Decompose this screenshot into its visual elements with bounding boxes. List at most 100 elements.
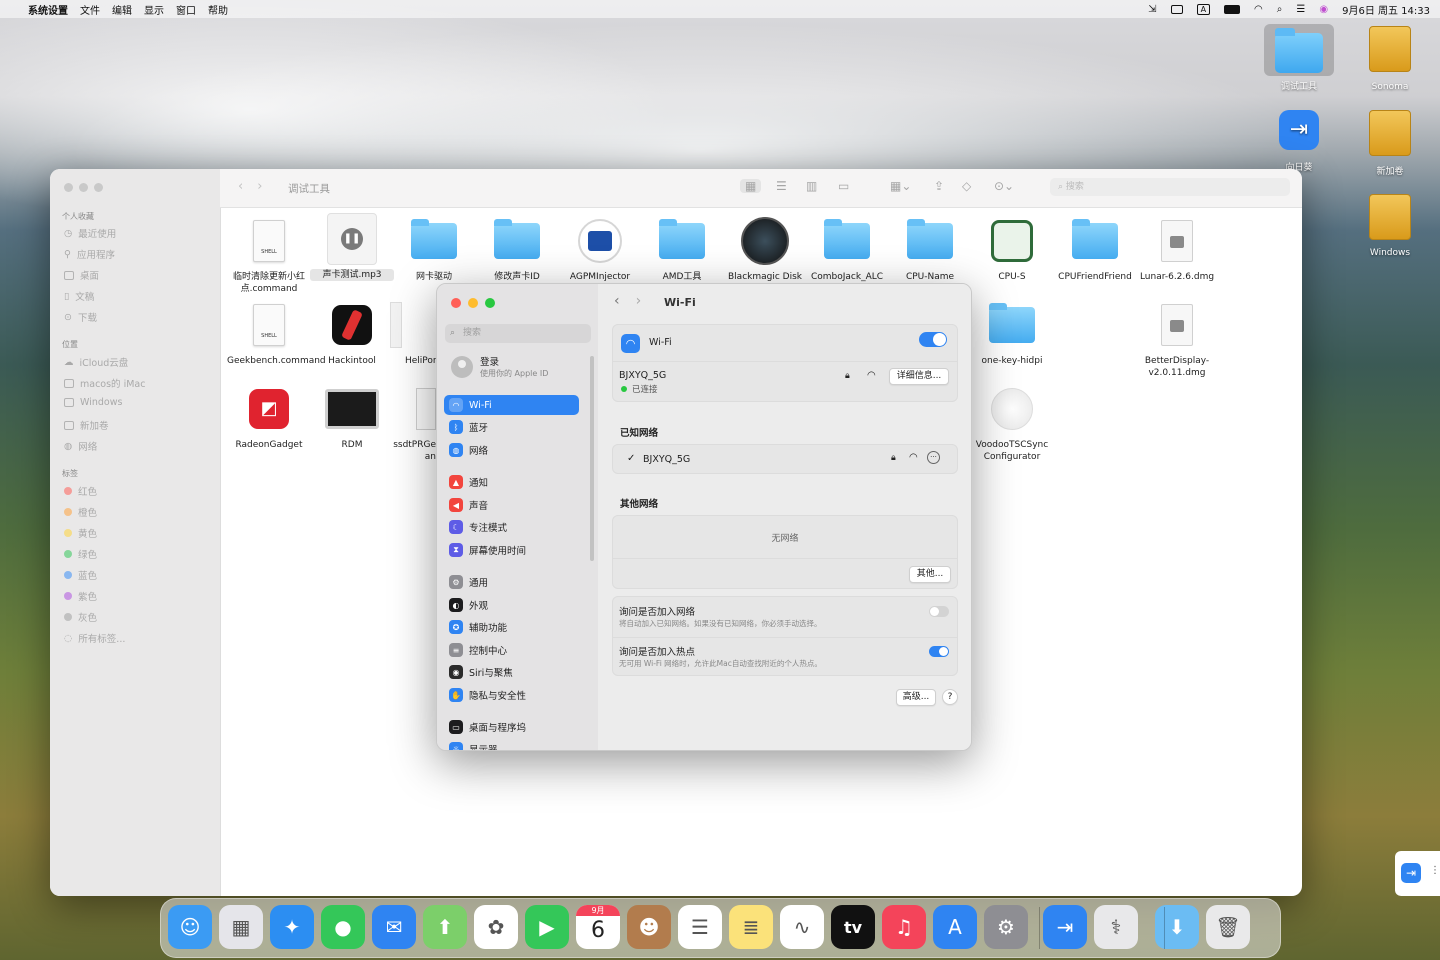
file-item[interactable]: Lunar-6.2.6.dmg [1135, 215, 1219, 283]
sunlogin-icon[interactable]: ⇥ [1043, 905, 1087, 949]
sidebar-item-gear[interactable]: ⚙ 通用 [444, 572, 579, 592]
desktop-icon-sonoma[interactable]: Sonoma [1355, 26, 1425, 92]
sidebar-item-control-center[interactable]: ≡ 控制中心 [444, 640, 579, 660]
file-item[interactable]: Blackmagic Disk [723, 215, 807, 283]
share-icon[interactable]: ⇪ [934, 179, 944, 193]
sidebar-all-tags[interactable]: ◌ 所有标签... [64, 631, 125, 646]
downloads-folder-icon[interactable]: ⬇ [1155, 905, 1199, 949]
wifi-toggle[interactable] [919, 332, 947, 347]
sidebar-tag-green[interactable]: 绿色 [64, 547, 97, 561]
system-settings-icon[interactable]: ⚙ [984, 905, 1028, 949]
sidebar-item-network[interactable]: ◍ 网络 [64, 439, 97, 454]
file-item[interactable]: Geekbench.command [227, 299, 326, 367]
music-icon[interactable]: ♫ [882, 905, 926, 949]
battery-icon[interactable] [1224, 4, 1241, 14]
menu-edit[interactable]: 编辑 [112, 2, 132, 17]
sidebar-item-new-volume[interactable]: 新加卷 [64, 418, 109, 432]
sidebar-item-display[interactable]: ☼ 显示器 [444, 739, 579, 750]
sidebar-item-speaker[interactable]: ◀ 声音 [444, 495, 579, 515]
desktop-icon-new-volume[interactable]: 新加卷 [1355, 110, 1425, 177]
sidebar-item-imac[interactable]: macos的 iMac [64, 376, 145, 390]
freeform-icon[interactable]: ∿ [780, 905, 824, 949]
file-item[interactable]: 网卡驱动 [392, 215, 476, 283]
sidebar-item-icloud[interactable]: ☁ iCloud云盘 [64, 355, 128, 370]
sidebar-item-bluetooth[interactable]: ᛒ 蓝牙 [444, 417, 579, 437]
messages-icon[interactable]: ● [321, 905, 365, 949]
sidebar-tag-gray[interactable]: 灰色 [64, 610, 97, 624]
menu-help[interactable]: 帮助 [208, 2, 228, 17]
file-item[interactable]: BetterDisplay-v2.0.11.dmg [1135, 299, 1219, 379]
file-item[interactable]: ComboJack_ALC [805, 215, 889, 283]
file-item[interactable]: CPU-S [970, 215, 1054, 283]
siri-menubar-icon[interactable]: ◉ [1319, 4, 1328, 15]
desktop-icon-windows[interactable]: Windows [1355, 194, 1425, 258]
close-button[interactable] [64, 183, 73, 192]
menu-file[interactable]: 文件 [80, 2, 100, 17]
file-item[interactable]: ◩ RadeonGadget [227, 383, 311, 451]
file-item[interactable]: Hackintool [310, 299, 394, 367]
sidebar-item-windows[interactable]: Windows [64, 397, 122, 408]
group-icon[interactable]: ▦⌄ [890, 179, 911, 193]
back-chevron-icon[interactable]: ‹ [238, 179, 257, 194]
minimize-button[interactable] [468, 298, 478, 308]
file-item[interactable]: one-key-hidpi [970, 299, 1054, 367]
sidebar-item-dock[interactable]: ▭ 桌面与程序坞 [444, 717, 579, 737]
sunlogin-floating-widget[interactable]: ⇥ ⋮ [1395, 851, 1440, 896]
app-store-icon[interactable]: A [933, 905, 977, 949]
calendar-icon[interactable]: 9月 6 [576, 905, 620, 949]
sidebar-tag-orange[interactable]: 橙色 [64, 505, 97, 519]
disk-utility-icon[interactable]: ⚕ [1094, 905, 1138, 949]
file-item[interactable]: AMD工具 [640, 215, 724, 283]
sidebar-item-siri[interactable]: ◉ Siri与聚焦 [444, 662, 579, 682]
file-item[interactable]: 修改声卡ID [475, 215, 559, 283]
forward-chevron-icon[interactable]: › [257, 179, 276, 194]
drag-handle-icon[interactable]: ⋮ [1430, 865, 1440, 876]
file-item[interactable]: CPU-Name [888, 215, 972, 283]
sidebar-item-accessibility[interactable]: ✪ 辅助功能 [444, 617, 579, 637]
zoom-button[interactable] [485, 298, 495, 308]
file-item[interactable]: VoodooTSCSync Configurator [970, 383, 1054, 463]
forward-chevron-icon[interactable]: › [636, 293, 658, 309]
sidebar-tag-red[interactable]: 红色 [64, 484, 97, 498]
sidebar-item-recents[interactable]: ◷ 最近使用 [64, 226, 116, 241]
sidebar-item-moon[interactable]: ☾ 专注模式 [444, 517, 579, 537]
desktop-icon-debug-tools[interactable]: 调试工具 [1264, 24, 1334, 92]
apple-id-login[interactable]: 登录 使用你的 Apple ID [451, 354, 548, 379]
details-button[interactable]: 详细信息... [889, 368, 949, 385]
known-network-row[interactable]: ✓ BJXYQ_5G 🔒︎ ◠ ··· [612, 444, 958, 474]
contacts-icon[interactable]: ☻ [627, 905, 671, 949]
reminders-icon[interactable]: ☰ [678, 905, 722, 949]
sidebar-item-applications[interactable]: ⚲ 应用程序 [64, 247, 115, 262]
maps-icon[interactable]: ⬆ [423, 905, 467, 949]
finder-search-field[interactable]: ⌕ 搜索 [1050, 178, 1290, 196]
sidebar-item-hand[interactable]: ✋ 隐私与安全性 [444, 685, 579, 705]
menu-view[interactable]: 显示 [144, 2, 164, 17]
sidebar-item-hourglass[interactable]: ⧗ 屏幕使用时间 [444, 540, 579, 560]
tag-icon[interactable]: ◇ [962, 179, 971, 193]
spotlight-icon[interactable]: ⌕ [1277, 4, 1283, 15]
tv-icon[interactable]: tv [831, 905, 875, 949]
cast-icon[interactable]: ⇲ [1148, 4, 1156, 15]
advanced-button[interactable]: 高级... [896, 689, 936, 706]
sidebar-item-downloads[interactable]: ⊙ 下载 [64, 310, 97, 325]
launchpad-icon[interactable]: ▦ [219, 905, 263, 949]
sidebar-item-documents[interactable]: ▯ 文稿 [64, 289, 94, 304]
ask-join-networks-toggle[interactable] [929, 606, 949, 617]
help-button[interactable]: ? [942, 689, 958, 705]
gallery-view-icon[interactable]: ▭ [838, 179, 849, 193]
notes-icon[interactable]: ≣ [729, 905, 773, 949]
column-view-icon[interactable]: ▥ [806, 179, 817, 193]
clock[interactable]: 9月6日 周五 14:33 [1342, 2, 1430, 17]
sidebar-tag-blue[interactable]: 蓝色 [64, 568, 97, 582]
photos-icon[interactable]: ✿ [474, 905, 518, 949]
sidebar-item-desktop[interactable]: 桌面 [64, 268, 99, 282]
trash-icon[interactable]: 🗑 [1206, 905, 1250, 949]
back-chevron-icon[interactable]: ‹ [614, 293, 636, 309]
input-source-indicator[interactable]: A [1196, 3, 1211, 15]
close-button[interactable] [451, 298, 461, 308]
minimize-button[interactable] [79, 183, 88, 192]
file-item[interactable]: AGPMInjector [558, 215, 642, 283]
file-item[interactable]: CPUFriendFriend [1053, 215, 1137, 283]
menu-app-name[interactable]: 系统设置 [28, 2, 68, 17]
list-view-icon[interactable]: ☰ [776, 179, 787, 193]
